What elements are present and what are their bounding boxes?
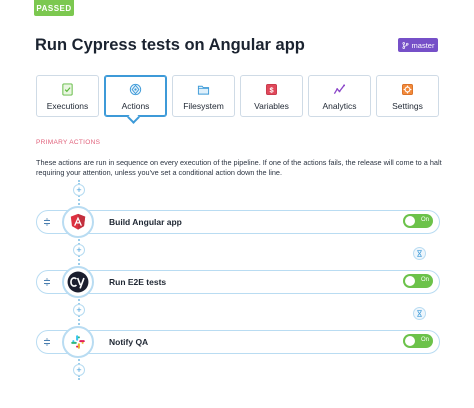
toggle-label: On [420,217,429,223]
hourglass-icon [417,250,422,257]
action-name: Notify QA [109,337,149,347]
action-toggle[interactable]: On [403,214,433,228]
executions-icon [62,83,73,96]
add-action-button[interactable]: + [73,184,85,196]
branch-icon [402,41,409,49]
add-action-button[interactable]: + [73,364,85,376]
action-toggle[interactable]: On [403,274,433,288]
add-action-button[interactable]: + [73,304,85,316]
actions-icon [129,83,142,96]
action-name: Build Angular app [109,217,182,227]
action-row-build[interactable]: Build Angular app On [36,210,440,234]
drag-handle-icon[interactable] [43,278,51,286]
tab-filesystem-label: Filesystem [183,101,224,111]
action-logo-cypress [62,266,94,298]
status-badge: PASSED [34,0,74,16]
action-logo-slack [62,326,94,358]
tab-executions-label: Executions [46,101,89,111]
tab-bar: Executions Actions Filesystem $ Variable… [36,75,440,117]
toggle-knob [405,336,415,346]
tab-filesystem[interactable]: Filesystem [172,75,235,117]
tab-analytics[interactable]: Analytics [308,75,371,117]
branch-name: master [411,40,435,50]
action-row-e2e[interactable]: Run E2E tests On [36,270,440,294]
tab-executions[interactable]: Executions [36,75,99,117]
tab-variables-label: Variables [254,101,289,111]
tab-settings[interactable]: Settings [376,75,439,117]
filesystem-icon [197,85,210,95]
action-logo-angular [62,206,94,238]
action-toggle[interactable]: On [403,334,433,348]
action-row-notify[interactable]: Notify QA On [36,330,440,354]
section-label: PRIMARY ACTIONS [36,139,101,146]
drag-handle-icon[interactable] [43,218,51,226]
section-description: These actions are run in sequence on eve… [36,158,442,177]
wait-node[interactable] [413,247,426,260]
page-title: Run Cypress tests on Angular app [35,36,305,54]
toggle-knob [405,276,415,286]
toggle-label: On [420,277,429,283]
branch-badge[interactable]: master [398,38,438,52]
add-action-button[interactable]: + [73,244,85,256]
variables-icon: $ [266,84,277,95]
action-name: Run E2E tests [109,277,167,287]
tab-actions[interactable]: Actions [104,75,167,117]
analytics-icon [333,84,346,95]
slack-logo [71,335,85,349]
wait-node[interactable] [413,307,426,320]
tab-variables[interactable]: $ Variables [240,75,303,117]
settings-icon [402,84,413,95]
tab-actions-label: Actions [121,101,150,111]
tab-analytics-label: Analytics [322,101,357,111]
toggle-label: On [420,337,429,343]
toggle-knob [405,216,415,226]
cypress-logo [67,271,89,293]
pipeline: + Build Angular app On + Run E2E tests O… [0,180,474,408]
tab-settings-label: Settings [392,101,423,111]
hourglass-icon [417,310,422,317]
drag-handle-icon[interactable] [43,338,51,346]
angular-logo [70,213,86,230]
